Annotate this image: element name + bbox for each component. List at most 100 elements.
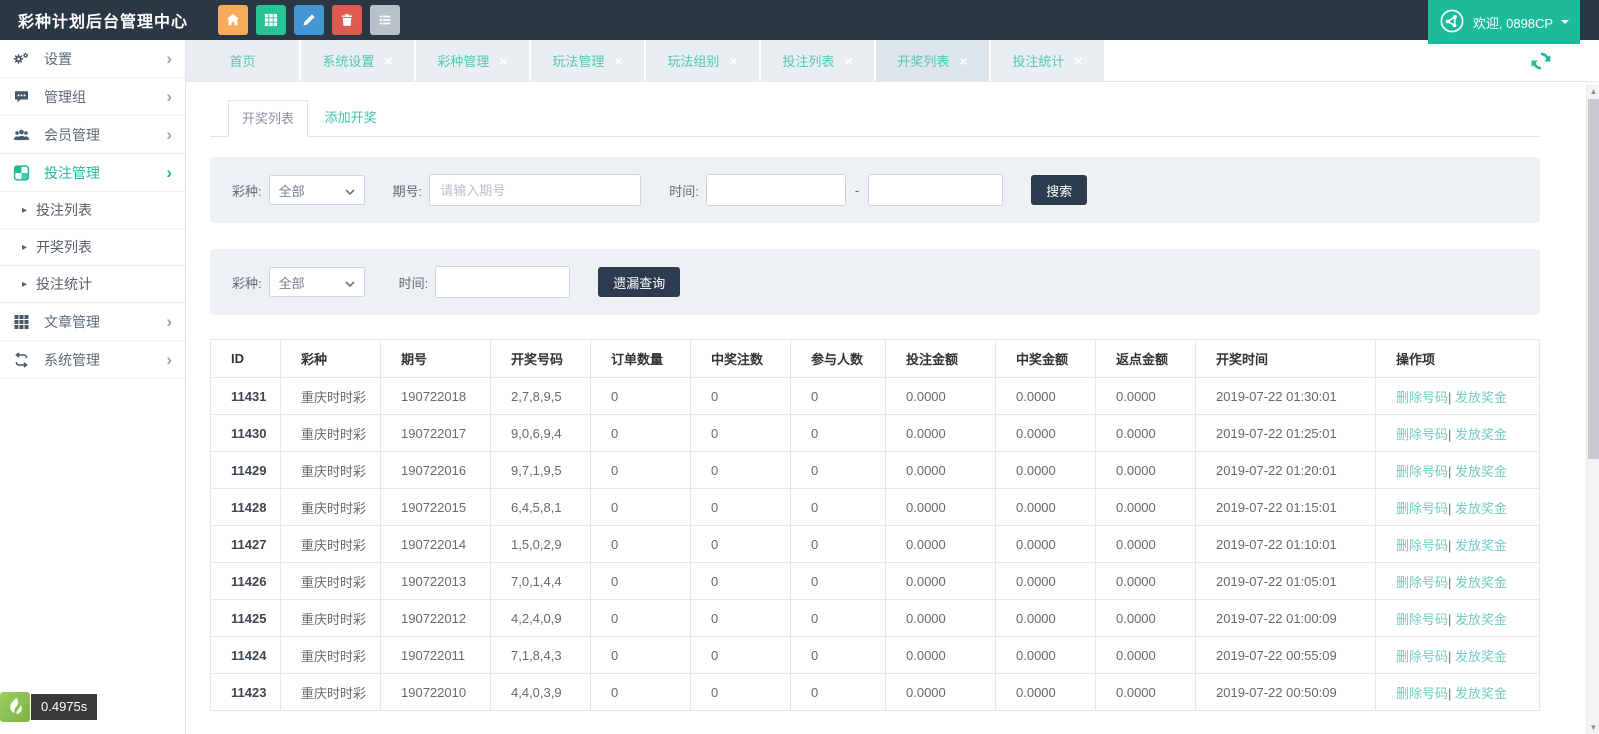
tab-close-icon[interactable]: × [614,53,622,69]
scrollbar-thumb[interactable] [1588,99,1599,459]
delete-number-link[interactable]: 删除号码 [1396,538,1448,553]
time-end-input[interactable] [868,174,1003,206]
tab-close-icon[interactable]: × [729,53,737,69]
table-cell: 0.0000 [996,637,1096,674]
grant-prize-link[interactable]: 发放奖金 [1455,427,1507,442]
table-cell: 190722016 [381,452,491,489]
table-cell: 0.0000 [996,674,1096,711]
table-row: 11431重庆时时彩1907220182,7,8,9,50000.00000.0… [211,378,1540,415]
vertical-scrollbar[interactable]: ▲ ▼ [1586,85,1599,734]
tab-item-3[interactable]: 玩法管理× [531,40,644,81]
row-actions: 删除号码| 发放奖金 [1376,452,1540,489]
sidebar-item-7[interactable]: 文章管理› [0,303,185,341]
tab-close-icon[interactable]: × [1074,53,1082,69]
sidebar-item-3[interactable]: 投注管理› [0,154,185,192]
refresh-icon[interactable] [1529,49,1553,73]
grant-prize-link[interactable]: 发放奖金 [1455,538,1507,553]
table-cell: 0.0000 [1096,452,1196,489]
delete-number-link[interactable]: 删除号码 [1396,686,1448,701]
sidebar-subitem-5[interactable]: ▸开奖列表 [0,229,185,266]
tab-draw-list[interactable]: 开奖列表 [228,100,308,137]
scroll-down-icon[interactable]: ▼ [1587,721,1599,734]
issue-input[interactable] [429,174,641,206]
sidebar-item-label: 设置 [44,49,72,69]
draw-results-table: ID彩种期号开奖号码订单数量中奖注数参与人数投注金额中奖金额返点金额开奖时间操作… [210,339,1540,711]
grant-prize-link[interactable]: 发放奖金 [1455,575,1507,590]
scroll-up-icon[interactable]: ▲ [1587,85,1599,98]
grant-prize-link[interactable]: 发放奖金 [1455,686,1507,701]
grant-prize-link[interactable]: 发放奖金 [1455,649,1507,664]
tab-close-icon[interactable]: × [844,53,852,69]
time-label-2: 时间: [399,273,429,292]
grant-prize-link[interactable]: 发放奖金 [1455,390,1507,405]
lottery-select-value: 全部 [279,181,305,200]
table-cell: 0 [691,637,791,674]
content-panel: 开奖列表 添加开奖 彩种: 全部 期号: 时间: - 搜索 彩种: [186,82,1586,734]
delete-number-link[interactable]: 删除号码 [1396,501,1448,516]
delete-number-link[interactable]: 删除号码 [1396,649,1448,664]
table-cell: 190722013 [381,563,491,600]
home-button[interactable] [218,5,248,35]
tab-add-draw[interactable]: 添加开奖 [312,100,390,137]
grant-prize-link[interactable]: 发放奖金 [1455,501,1507,516]
top-header: 彩种计划后台管理中心 欢迎, 0898CP [0,0,1599,40]
sidebar-item-1[interactable]: 管理组› [0,78,185,116]
delete-number-link[interactable]: 删除号码 [1396,575,1448,590]
sidebar-subitem-6[interactable]: ▸投注统计 [0,266,185,303]
grant-prize-link[interactable]: 发放奖金 [1455,464,1507,479]
tab-item-0[interactable]: 首页 [186,40,299,81]
grant-prize-link[interactable]: 发放奖金 [1455,612,1507,627]
inner-tab-bar: 开奖列表 添加开奖 [210,100,1540,137]
tab-close-icon[interactable]: × [959,53,967,69]
lottery-select-2[interactable]: 全部 [269,267,365,297]
tab-label: 系统设置 [322,51,374,70]
tab-label: 投注统计 [1012,51,1064,70]
sidebar-item-0[interactable]: 设置› [0,40,185,78]
time-start-input[interactable] [706,174,846,206]
lottery-select[interactable]: 全部 [269,175,365,205]
tab-item-6[interactable]: 开奖列表× [876,40,989,81]
search-filter-panel: 彩种: 全部 期号: 时间: - 搜索 [210,157,1540,223]
omission-time-input[interactable] [435,266,570,298]
tab-close-icon[interactable]: × [499,53,507,69]
tab-item-7[interactable]: 投注统计 × [991,40,1104,81]
tab-item-1[interactable]: 系统设置 × [301,40,414,81]
sidebar-item-2[interactable]: 会员管理› [0,116,185,154]
table-cell: 11431 [211,378,281,415]
table-cell: 0.0000 [1096,637,1196,674]
table-cell: 0.0000 [1096,563,1196,600]
row-actions: 删除号码| 发放奖金 [1376,637,1540,674]
tab-close-icon[interactable]: × [384,53,392,69]
column-header: 返点金额 [1096,340,1196,378]
table-cell: 重庆时时彩 [281,489,381,526]
tab-item-2[interactable]: 彩种管理× [416,40,529,81]
table-cell: 0 [791,415,886,452]
table-cell: 2019-07-22 01:25:01 [1196,415,1376,452]
table-cell: 0 [591,415,691,452]
table-cell: 0 [591,563,691,600]
table-cell: 0.0000 [1096,526,1196,563]
tab-item-5[interactable]: 投注列表× [761,40,874,81]
delete-number-link[interactable]: 删除号码 [1396,464,1448,479]
delete-number-link[interactable]: 删除号码 [1396,427,1448,442]
delete-number-link[interactable]: 删除号码 [1396,612,1448,627]
users-icon [13,127,33,143]
table-cell: 0 [591,378,691,415]
search-button[interactable]: 搜索 [1031,175,1087,205]
tab-label: 玩法组别 [667,51,719,70]
delete-button[interactable] [332,5,362,35]
list-icon [378,13,392,27]
tab-item-4[interactable]: 玩法组别 × [646,40,759,81]
list-button[interactable] [370,5,400,35]
sidebar-subitem-label: 投注统计 [36,274,92,294]
row-actions: 删除号码| 发放奖金 [1376,674,1540,711]
sidebar-item-8[interactable]: 系统管理› [0,341,185,379]
modules-button[interactable] [256,5,286,35]
edit-button[interactable] [294,5,324,35]
table-row: 11427重庆时时彩1907220141,5,0,2,90000.00000.0… [211,526,1540,563]
column-header: 投注金额 [886,340,996,378]
delete-number-link[interactable]: 删除号码 [1396,390,1448,405]
sidebar-subitem-4[interactable]: ▸投注列表 [0,192,185,229]
omission-query-button[interactable]: 遗漏查询 [598,267,680,297]
user-menu[interactable]: 欢迎, 0898CP [1428,0,1580,44]
